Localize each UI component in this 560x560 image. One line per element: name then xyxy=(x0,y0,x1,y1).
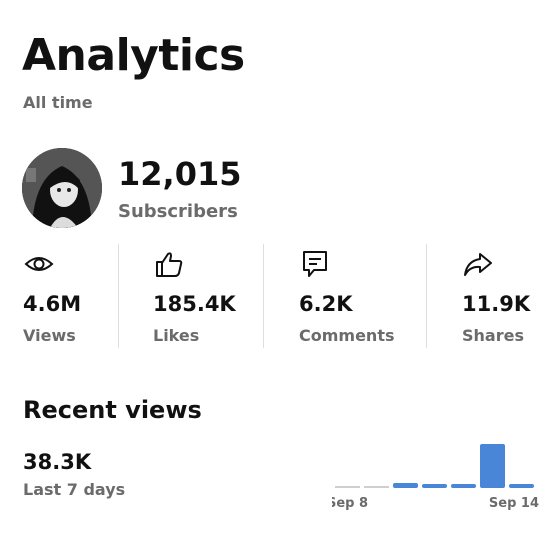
chart-bar-sep-11[interactable] xyxy=(422,484,447,488)
chart-bar-sep-14[interactable] xyxy=(509,484,534,488)
divider xyxy=(426,244,427,348)
share-icon xyxy=(462,248,494,280)
recent-views-chart[interactable]: Sep 8 Sep 14 xyxy=(327,430,542,520)
likes-label: Likes xyxy=(153,326,200,345)
chart-tick-label-start: Sep 8 xyxy=(332,496,368,511)
avatar[interactable] xyxy=(22,148,102,228)
chart-bar-sep-13[interactable] xyxy=(480,444,505,488)
comments-value: 6.2K xyxy=(299,292,353,316)
thumbs-up-icon xyxy=(153,248,185,280)
comment-icon xyxy=(299,248,331,280)
stats-row: 4.6M Views 185.4K Likes 6.2K Comments 11… xyxy=(0,244,560,348)
subscriber-count: 12,015 xyxy=(118,155,242,193)
time-range-label: All time xyxy=(23,93,93,112)
divider xyxy=(118,244,119,348)
comments-label: Comments xyxy=(299,326,395,345)
shares-value: 11.9K xyxy=(462,292,531,316)
chart-bar-sep-12[interactable] xyxy=(451,484,476,488)
shares-label: Shares xyxy=(462,326,524,345)
recent-views-period: Last 7 days xyxy=(23,480,126,499)
chart-bar-sep-8[interactable] xyxy=(335,486,360,488)
likes-value: 185.4K xyxy=(153,292,236,316)
recent-views-value: 38.3K xyxy=(23,450,92,474)
chart-bar-sep-9[interactable] xyxy=(364,486,389,488)
divider xyxy=(263,244,264,348)
subscriber-label: Subscribers xyxy=(118,201,238,222)
chart-tick-label-end: Sep 14 xyxy=(489,496,539,511)
views-label: Views xyxy=(23,326,76,345)
views-value: 4.6M xyxy=(23,292,82,316)
eye-icon xyxy=(23,248,55,280)
recent-views-title: Recent views xyxy=(23,396,202,424)
chart-bar-sep-10[interactable] xyxy=(393,482,418,488)
page-title: Analytics xyxy=(22,30,245,81)
